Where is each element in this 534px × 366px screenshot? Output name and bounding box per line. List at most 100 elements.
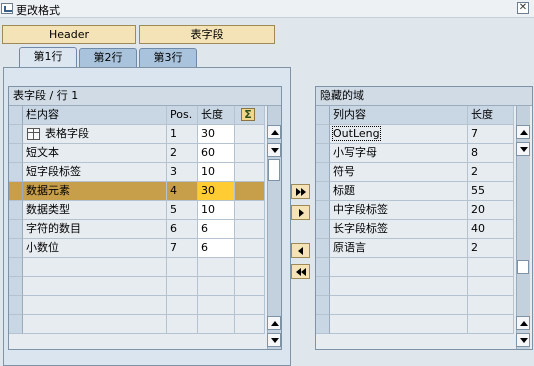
- row-selector[interactable]: [9, 315, 23, 334]
- scroll-up-button[interactable]: [516, 316, 530, 330]
- row-selector[interactable]: [316, 220, 330, 239]
- row-selector[interactable]: [316, 144, 330, 163]
- column-header-content[interactable]: 栏内容: [23, 106, 167, 125]
- move-all-left-button[interactable]: [291, 264, 310, 279]
- row-selector[interactable]: [316, 239, 330, 258]
- row-selector[interactable]: [316, 296, 330, 315]
- row-sum[interactable]: [235, 201, 265, 220]
- row-selector[interactable]: [316, 163, 330, 182]
- left-arrow-icon: [298, 247, 303, 255]
- row-sum[interactable]: [235, 163, 265, 182]
- row-length-input[interactable]: 60: [198, 144, 235, 163]
- row-selector[interactable]: [9, 182, 23, 201]
- scroll-down-button[interactable]: [516, 333, 530, 347]
- table-fields-grid: 表字段 / 行 1 栏内容 Pos. 长度 Σ 表格字段 1 30 短文本 2 …: [8, 86, 282, 350]
- sum-column-header[interactable]: Σ: [235, 106, 265, 125]
- double-right-icon: [301, 188, 306, 196]
- empty-cell: [330, 296, 468, 315]
- row-content[interactable]: 短文本: [23, 144, 167, 163]
- row-content[interactable]: 中字段标签: [330, 201, 468, 220]
- row-sum[interactable]: [235, 182, 265, 201]
- empty-cell: [167, 315, 198, 334]
- row-selector[interactable]: [316, 277, 330, 296]
- row-content[interactable]: 短字段标签: [23, 163, 167, 182]
- row-content[interactable]: 数据类型: [23, 201, 167, 220]
- arrow-down-icon: [520, 338, 528, 343]
- column-header-length[interactable]: 长度: [468, 106, 514, 125]
- row-selector[interactable]: [9, 296, 23, 315]
- row-sum[interactable]: [235, 144, 265, 163]
- column-header-pos[interactable]: Pos.: [167, 106, 198, 125]
- select-all-cell[interactable]: [9, 106, 23, 125]
- row-content[interactable]: 字符的数目: [23, 220, 167, 239]
- window-title: 更改格式: [16, 4, 60, 17]
- row-selector[interactable]: [9, 239, 23, 258]
- row-selector[interactable]: [316, 315, 330, 334]
- scroll-up-button[interactable]: [516, 125, 530, 139]
- row-content[interactable]: OutLeng: [330, 125, 468, 144]
- row-length-input[interactable]: 6: [198, 239, 235, 258]
- header-button[interactable]: Header: [2, 25, 136, 44]
- move-all-right-button[interactable]: [291, 184, 310, 199]
- row-pos: 6: [167, 220, 198, 239]
- row-length-input[interactable]: 6: [198, 220, 235, 239]
- scroll-up-button[interactable]: [267, 316, 281, 330]
- empty-cell: [23, 258, 167, 277]
- empty-cell: [235, 296, 265, 315]
- row-length: 7: [468, 125, 514, 144]
- row-sum[interactable]: [235, 239, 265, 258]
- row-sum[interactable]: [235, 125, 265, 144]
- move-left-button[interactable]: [291, 243, 310, 258]
- row-content[interactable]: 长字段标签: [330, 220, 468, 239]
- arrow-up-icon: [271, 321, 279, 326]
- scroll-thumb[interactable]: [517, 260, 529, 274]
- tab-row-3[interactable]: 第3行: [139, 48, 197, 67]
- move-right-button[interactable]: [291, 205, 310, 220]
- window-icon: [1, 3, 13, 14]
- row-selector[interactable]: [316, 125, 330, 144]
- row-length-input[interactable]: 10: [198, 163, 235, 182]
- table-field-button[interactable]: 表字段: [139, 25, 275, 44]
- row-length: 2: [468, 163, 514, 182]
- row-content[interactable]: 标题: [330, 182, 468, 201]
- row-selector[interactable]: [9, 163, 23, 182]
- row-pos: 7: [167, 239, 198, 258]
- scroll-up-button[interactable]: [267, 125, 281, 139]
- right-arrow-icon: [299, 209, 304, 217]
- close-button[interactable]: ✕: [517, 2, 529, 14]
- scroll-down-button[interactable]: [267, 143, 281, 157]
- row-content[interactable]: 符号: [330, 163, 468, 182]
- scroll-down-button[interactable]: [267, 333, 281, 347]
- row-selector[interactable]: [316, 258, 330, 277]
- row-content[interactable]: 小写字母: [330, 144, 468, 163]
- row-selector[interactable]: [9, 144, 23, 163]
- arrow-down-icon: [271, 338, 279, 343]
- column-header-content[interactable]: 列内容: [330, 106, 468, 125]
- empty-cell: [167, 258, 198, 277]
- row-content[interactable]: 小数位: [23, 239, 167, 258]
- row-selector[interactable]: [316, 201, 330, 220]
- row-length-input[interactable]: 10: [198, 201, 235, 220]
- row-selector[interactable]: [316, 182, 330, 201]
- row-selector[interactable]: [9, 125, 23, 144]
- row-sum[interactable]: [235, 220, 265, 239]
- arrow-up-icon: [520, 321, 528, 326]
- row-selector[interactable]: [9, 277, 23, 296]
- row-content-selected[interactable]: 数据元素: [23, 182, 167, 201]
- row-selector[interactable]: [9, 220, 23, 239]
- row-selector[interactable]: [9, 201, 23, 220]
- row-length: 55: [468, 182, 514, 201]
- column-header-length[interactable]: 长度: [198, 106, 235, 125]
- tab-row-1[interactable]: 第1行: [19, 47, 77, 68]
- scroll-down-button[interactable]: [516, 142, 530, 156]
- scroll-thumb[interactable]: [268, 159, 280, 181]
- row-content[interactable]: 表格字段: [23, 125, 167, 144]
- select-all-cell[interactable]: [316, 106, 330, 125]
- tab-row-2[interactable]: 第2行: [79, 48, 137, 67]
- empty-cell: [330, 315, 468, 334]
- row-content[interactable]: 原语言: [330, 239, 468, 258]
- row-selector[interactable]: [9, 258, 23, 277]
- row-length-input[interactable]: 30: [198, 125, 235, 144]
- row-length-input[interactable]: 30: [198, 182, 235, 201]
- empty-cell: [235, 277, 265, 296]
